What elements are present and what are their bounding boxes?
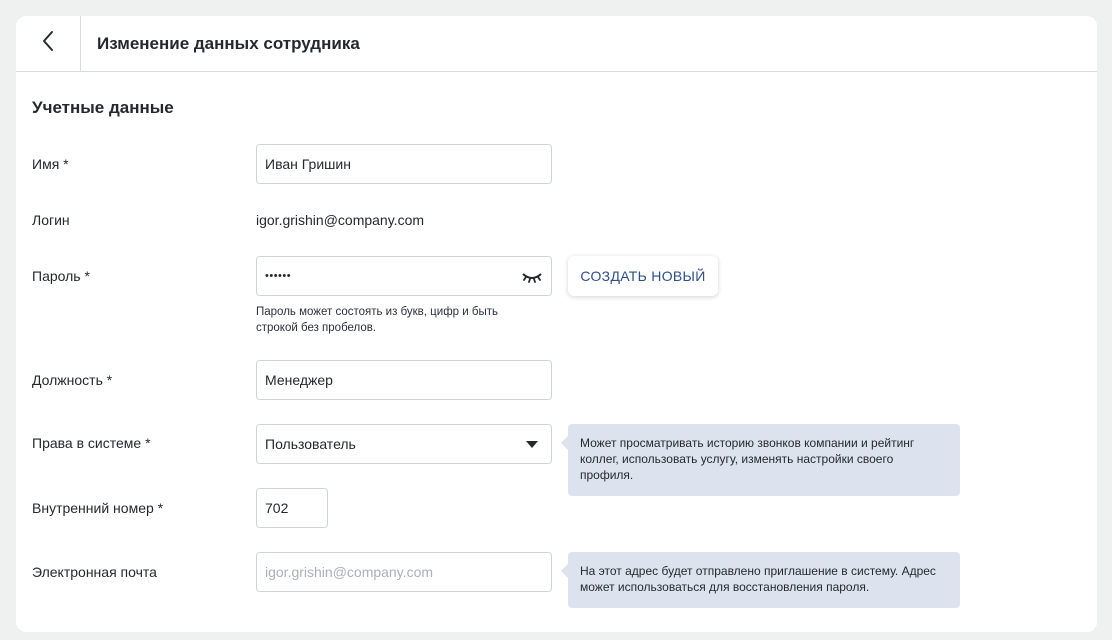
login-label: Логин — [32, 212, 70, 228]
password-hint-line1: Пароль может состоять из букв, цифр и бы… — [256, 306, 498, 318]
rights-label: Права в системе * — [32, 435, 151, 451]
email-input[interactable]: igor.grishin@company.com — [256, 552, 552, 592]
extension-input-value: 702 — [265, 500, 289, 516]
password-label: Пароль * — [32, 268, 90, 284]
password-input-value: •••••• — [265, 270, 292, 282]
email-label: Электронная почта — [32, 564, 157, 580]
rights-tooltip: Может просматривать историю звонков комп… — [561, 424, 960, 496]
rights-select[interactable]: Пользователь — [256, 424, 552, 464]
edit-employee-card: Изменение данных сотрудника Учетные данн… — [16, 16, 1097, 632]
section-title: Учетные данные — [32, 98, 174, 117]
email-tooltip: На этот адрес будет отправлено приглашен… — [561, 552, 960, 608]
create-new-password-button[interactable]: СОЗДАТЬ НОВЫЙ — [568, 256, 718, 296]
login-value: igor.grishin@company.com — [256, 212, 425, 228]
position-input-value: Менеджер — [265, 372, 333, 388]
password-input[interactable]: •••••• — [256, 256, 552, 296]
extension-label: Внутренний номер * — [32, 500, 164, 516]
email-input-placeholder: igor.grishin@company.com — [265, 564, 434, 580]
chevron-left-icon — [41, 30, 55, 57]
caret-down-icon — [526, 441, 538, 448]
name-label: Имя * — [32, 156, 69, 172]
name-input[interactable]: Иван Гришин — [256, 144, 552, 184]
page-header: Изменение данных сотрудника — [16, 16, 1097, 72]
back-button[interactable] — [16, 16, 81, 71]
password-hint-line2: строкой без пробелов. — [256, 322, 377, 334]
rights-select-value: Пользователь — [265, 436, 356, 452]
name-input-value: Иван Гришин — [265, 156, 351, 172]
position-input[interactable]: Менеджер — [256, 360, 552, 400]
extension-input[interactable]: 702 — [256, 488, 328, 528]
eye-closed-icon[interactable] — [522, 270, 542, 286]
page-title: Изменение данных сотрудника — [97, 34, 360, 53]
position-label: Должность * — [32, 372, 113, 388]
